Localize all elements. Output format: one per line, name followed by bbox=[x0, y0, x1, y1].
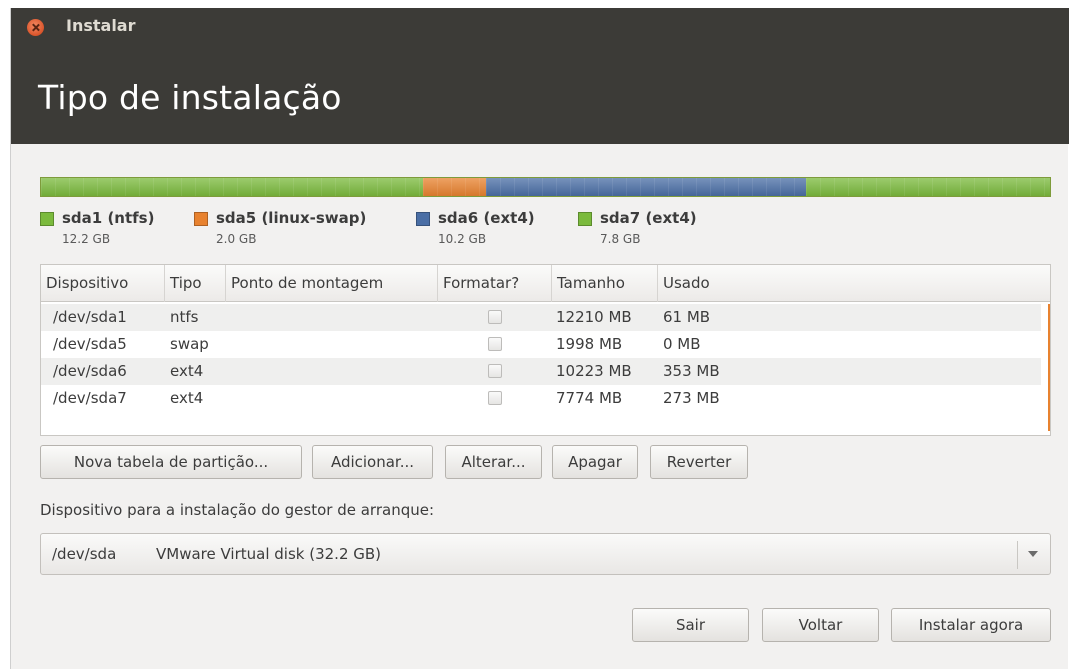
close-icon[interactable] bbox=[27, 19, 44, 36]
table-row[interactable]: /dev/sda6 ext4 10223 MB 353 MB bbox=[41, 358, 1041, 385]
legend-size: 7.8 GB bbox=[600, 232, 641, 246]
cell-size: 7774 MB bbox=[556, 389, 623, 407]
cell-used: 61 MB bbox=[663, 308, 711, 326]
legend-name: sda5 (linux-swap) bbox=[216, 209, 367, 227]
partition-segment-sda1 bbox=[41, 178, 424, 196]
delete-partition-button[interactable]: Apagar bbox=[552, 445, 638, 479]
new-partition-table-button[interactable]: Nova tabela de partição... bbox=[40, 445, 302, 479]
title-bar: Instalar Tipo de instalação bbox=[11, 8, 1069, 144]
partition-segment-sda7 bbox=[805, 178, 1050, 196]
cell-type: ext4 bbox=[170, 389, 204, 407]
cell-device: /dev/sda1 bbox=[53, 308, 127, 326]
table-row[interactable]: /dev/sda1 ntfs 12210 MB 61 MB bbox=[41, 304, 1041, 331]
legend-swatch bbox=[40, 212, 54, 226]
bootloader-description: VMware Virtual disk (32.2 GB) bbox=[156, 545, 382, 563]
column-header-size[interactable]: Tamanho bbox=[552, 265, 658, 302]
legend-swatch bbox=[578, 212, 592, 226]
installer-window: Instalar Tipo de instalação sda1 (ntfs) … bbox=[10, 8, 1069, 669]
window-title: Instalar bbox=[66, 16, 136, 35]
cell-used: 0 MB bbox=[663, 335, 701, 353]
scroll-indicator[interactable] bbox=[1048, 304, 1050, 431]
partition-segment-sda6 bbox=[485, 178, 806, 196]
partition-segment-sda5 bbox=[423, 178, 486, 196]
column-header-device[interactable]: Dispositivo bbox=[41, 265, 165, 302]
cell-size: 1998 MB bbox=[556, 335, 623, 353]
bootloader-device: /dev/sda bbox=[52, 545, 117, 563]
column-header-type[interactable]: Tipo bbox=[165, 265, 226, 302]
install-now-button[interactable]: Instalar agora bbox=[891, 608, 1051, 642]
cell-used: 353 MB bbox=[663, 362, 720, 380]
legend-swatch bbox=[194, 212, 208, 226]
cell-type: swap bbox=[170, 335, 209, 353]
back-button[interactable]: Voltar bbox=[762, 608, 879, 642]
format-checkbox[interactable] bbox=[488, 364, 502, 378]
legend-name: sda7 (ext4) bbox=[600, 209, 697, 227]
chevron-down-icon[interactable] bbox=[1028, 551, 1038, 557]
format-checkbox[interactable] bbox=[488, 310, 502, 324]
cell-device: /dev/sda6 bbox=[53, 362, 127, 380]
format-checkbox[interactable] bbox=[488, 391, 502, 405]
legend-name: sda6 (ext4) bbox=[438, 209, 535, 227]
cell-device: /dev/sda5 bbox=[53, 335, 127, 353]
change-partition-button[interactable]: Alterar... bbox=[445, 445, 542, 479]
cell-type: ext4 bbox=[170, 362, 204, 380]
cell-size: 10223 MB bbox=[556, 362, 632, 380]
format-checkbox[interactable] bbox=[488, 337, 502, 351]
cell-device: /dev/sda7 bbox=[53, 389, 127, 407]
revert-button[interactable]: Reverter bbox=[650, 445, 748, 479]
table-row[interactable]: /dev/sda5 swap 1998 MB 0 MB bbox=[41, 331, 1041, 358]
legend-swatch bbox=[416, 212, 430, 226]
partition-bar bbox=[40, 177, 1051, 197]
legend-size: 12.2 GB bbox=[62, 232, 111, 246]
bootloader-label: Dispositivo para a instalação do gestor … bbox=[40, 501, 435, 519]
table-row[interactable]: /dev/sda7 ext4 7774 MB 273 MB bbox=[41, 385, 1041, 412]
column-header-mount[interactable]: Ponto de montagem bbox=[226, 265, 438, 302]
legend-size: 2.0 GB bbox=[216, 232, 257, 246]
column-header-format[interactable]: Formatar? bbox=[438, 265, 552, 302]
quit-button[interactable]: Sair bbox=[632, 608, 749, 642]
bootloader-device-select[interactable]: /dev/sda VMware Virtual disk (32.2 GB) bbox=[40, 533, 1051, 575]
page-title: Tipo de instalação bbox=[38, 78, 342, 117]
legend-size: 10.2 GB bbox=[438, 232, 487, 246]
cell-type: ntfs bbox=[170, 308, 199, 326]
combo-divider bbox=[1017, 541, 1018, 569]
partition-table: Dispositivo Tipo Ponto de montagem Forma… bbox=[40, 264, 1051, 436]
table-header: Dispositivo Tipo Ponto de montagem Forma… bbox=[41, 265, 1050, 302]
add-partition-button[interactable]: Adicionar... bbox=[312, 445, 433, 479]
cell-used: 273 MB bbox=[663, 389, 720, 407]
legend-name: sda1 (ntfs) bbox=[62, 209, 155, 227]
cell-size: 12210 MB bbox=[556, 308, 632, 326]
column-header-used[interactable]: Usado bbox=[658, 265, 1050, 302]
